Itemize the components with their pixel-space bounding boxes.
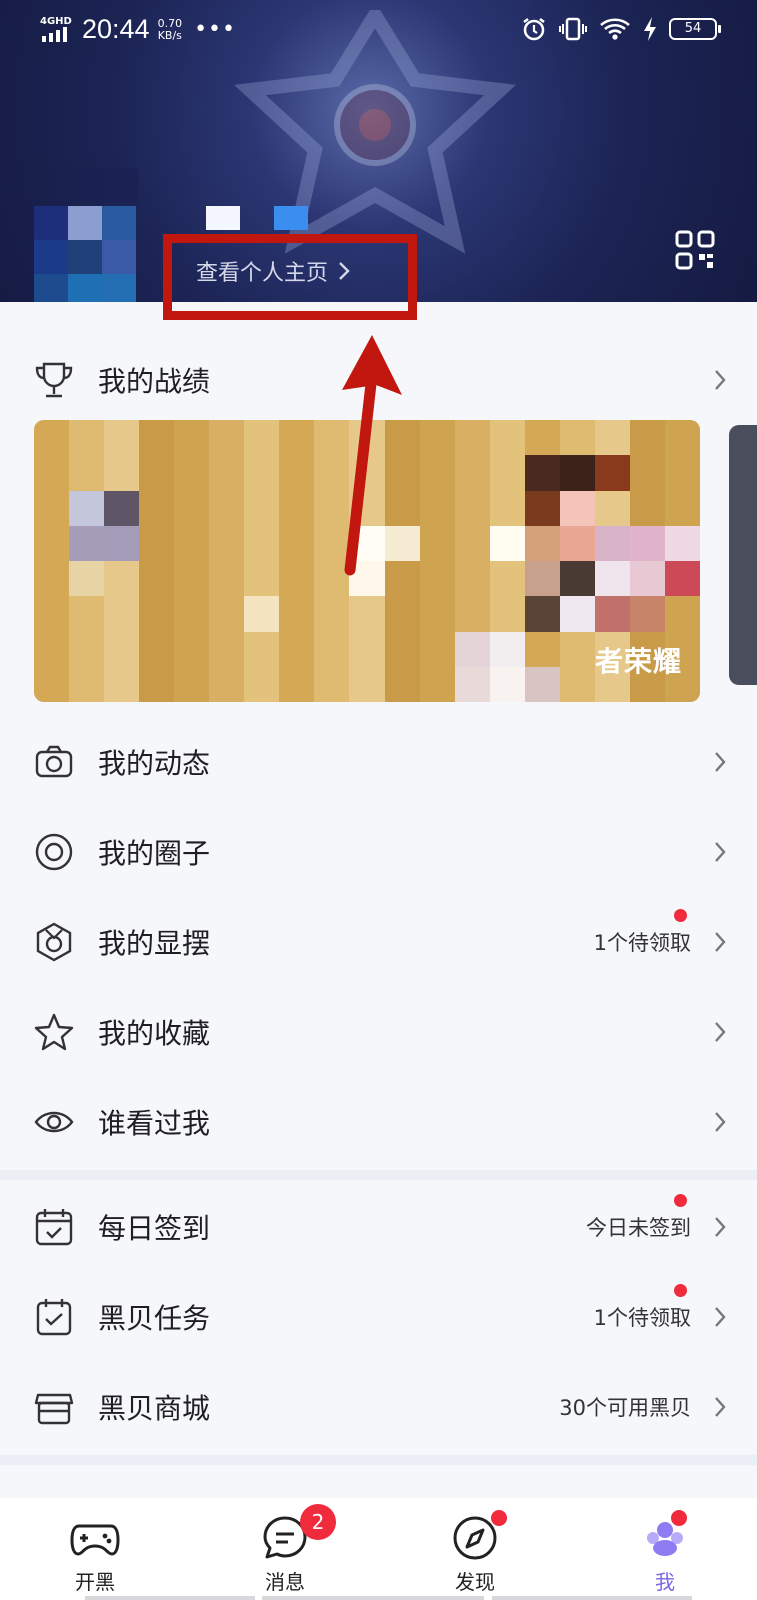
notification-dot [491,1510,507,1526]
available-coins: 30个可用黑贝 [559,1396,691,1420]
chevron-right-icon [715,1217,726,1237]
banner-text: 者荣耀 [594,645,682,678]
home-indicator [262,1596,484,1600]
pending-count: 1个待领取 [593,1306,691,1330]
menu-item-label: 我的圈子 [98,837,211,870]
tab-me[interactable]: 我 [605,1498,725,1600]
cellular-signal-icon: 4GHD [40,16,74,44]
menu-item-label: 我的战绩 [98,365,211,398]
pending-count: 1个待领取 [593,931,691,955]
task-icon [36,1299,72,1336]
wifi-icon [600,18,630,40]
notification-dot [671,1510,687,1526]
home-indicator [85,1596,255,1600]
menu-item-label: 黑贝任务 [98,1302,211,1335]
menu-item-moments[interactable]: 我的动态 [0,717,757,807]
clock: 20:44 [82,14,150,44]
notification-dot [674,909,687,922]
menu-item-visitors[interactable]: 谁看过我 [0,1077,757,1167]
trophy-icon [35,362,73,398]
chevron-right-icon [715,1307,726,1327]
chevron-right-icon [715,752,726,772]
alarm-icon [523,18,545,41]
gamepad-icon [70,1524,120,1556]
tab-discover[interactable]: 发现 [415,1498,535,1600]
menu-item-store[interactable]: 黑贝商城 30个可用黑贝 [0,1362,757,1452]
store-icon [34,1393,74,1425]
eye-icon [34,1111,74,1133]
menu-item-favorites[interactable]: 我的收藏 [0,987,757,1077]
home-indicator [492,1596,692,1600]
calendar-check-icon [35,1209,73,1246]
charging-icon [644,17,656,41]
chevron-right-icon [715,1397,726,1417]
tab-kaihei[interactable]: 开黑 [35,1498,155,1600]
side-drawer-handle[interactable] [729,425,757,685]
bottom-tab-bar: 开黑 消息 2 发现 我 [0,1498,757,1600]
vibrate-icon [559,17,587,41]
tab-label: 开黑 [75,1570,115,1594]
chevron-right-icon [715,1022,726,1042]
annotation-highlight-box [163,234,417,320]
menu-item-showoff[interactable]: 我的显摆 1个待领取 [0,897,757,987]
menu-item-label: 我的显摆 [98,927,211,960]
menu-item-tasks[interactable]: 黑贝任务 1个待领取 [0,1272,757,1362]
menu-item-label: 谁看过我 [98,1107,211,1140]
chevron-right-icon [715,370,726,390]
circle-icon [35,833,73,871]
notification-dot [674,1284,687,1297]
camera-icon [35,745,73,778]
tab-messages[interactable]: 消息 2 [225,1498,345,1600]
status-bar: 4GHD 20:44 0.70 KB/s ••• 54 [0,0,757,62]
battery-indicator: 54 [669,18,721,40]
section-divider [0,1170,757,1180]
chevron-right-icon [715,842,726,862]
more-notifications-icon: ••• [194,17,237,42]
chevron-right-icon [715,932,726,952]
qr-code-icon[interactable] [675,230,715,270]
notification-dot [674,1194,687,1207]
menu-item-label: 黑贝商城 [98,1392,211,1425]
tab-label: 消息 [265,1570,305,1594]
tab-label: 我 [655,1570,675,1594]
annotation-arrow [342,335,402,576]
menu-item-daily-checkin[interactable]: 每日签到 今日未签到 [0,1182,757,1272]
menu-item-label: 我的收藏 [98,1017,211,1050]
chevron-right-icon [715,1112,726,1132]
checkin-status: 今日未签到 [586,1216,691,1240]
badge-icon [36,922,72,962]
nickname [70,168,310,230]
menu-item-label: 我的动态 [98,747,211,780]
network-speed: 0.70 KB/s [157,16,183,42]
tab-label: 发现 [455,1570,495,1594]
star-icon [34,1013,74,1051]
menu-item-label: 每日签到 [98,1212,211,1245]
unread-badge: 2 [300,1504,336,1540]
menu-item-circles[interactable]: 我的圈子 [0,807,757,897]
section-divider [0,1455,757,1465]
